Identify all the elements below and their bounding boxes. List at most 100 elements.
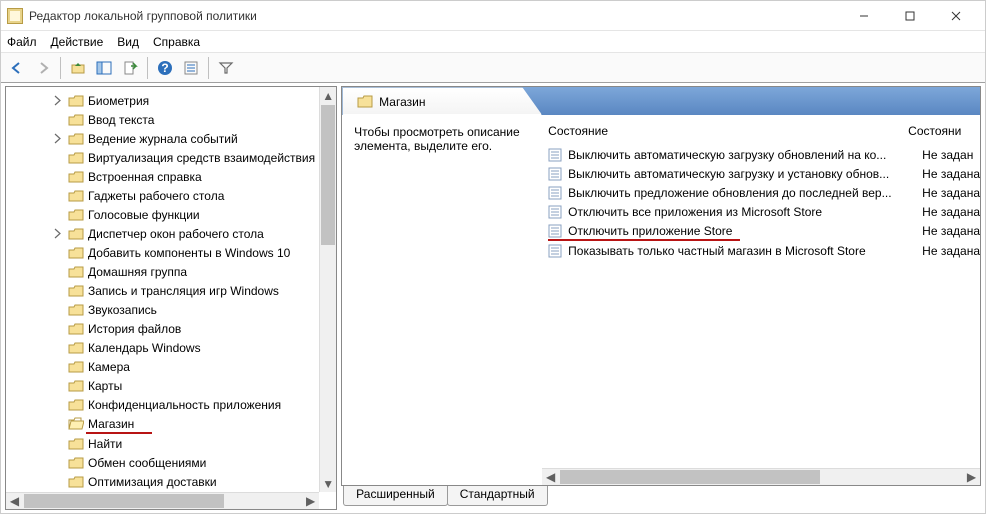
filter-button[interactable] <box>214 56 238 80</box>
tree-item[interactable]: Магазин <box>6 414 319 433</box>
scroll-right-icon[interactable]: ▶ <box>963 469 980 485</box>
tree-item[interactable]: Добавить компоненты в Windows 10 <box>6 243 319 262</box>
folder-icon <box>68 227 84 241</box>
tab-standard[interactable]: Стандартный <box>447 486 548 506</box>
bottom-tabs: Расширенный Стандартный <box>341 486 981 510</box>
tree-item[interactable]: Встроенная справка <box>6 167 319 186</box>
tree-expander[interactable] <box>52 228 63 239</box>
scroll-thumb[interactable] <box>560 470 820 484</box>
expand-icon[interactable] <box>52 133 63 144</box>
tree-item[interactable]: Обмен сообщениями <box>6 453 319 472</box>
toolbar-separator <box>147 57 148 79</box>
folder-icon <box>68 475 84 489</box>
tree-item[interactable]: Найти <box>6 434 319 453</box>
folder-icon <box>68 246 84 260</box>
tree-item[interactable]: Ввод текста <box>6 110 319 129</box>
setting-label: Отключить приложение Store <box>568 224 902 238</box>
show-hide-tree-button[interactable] <box>92 56 116 80</box>
settings-list-column: Состояние Состояни Выключить автоматичес… <box>542 115 980 485</box>
tree-item[interactable]: История файлов <box>6 319 319 338</box>
tree-item-label: Найти <box>88 437 122 451</box>
folder-icon <box>68 456 84 470</box>
menu-file[interactable]: Файл <box>7 35 37 49</box>
setting-row[interactable]: Выключить автоматическую загрузку и уста… <box>542 164 980 183</box>
setting-row[interactable]: Выключить предложение обновления до посл… <box>542 183 980 202</box>
tree[interactable]: БиометрияВвод текстаВедение журнала собы… <box>6 87 319 492</box>
tree-vertical-scrollbar[interactable]: ▲ ▼ <box>319 87 336 492</box>
window-title: Редактор локальной групповой политики <box>29 9 841 23</box>
folder-icon <box>68 303 84 317</box>
close-button[interactable] <box>933 1 979 31</box>
tree-item[interactable]: Карты <box>6 376 319 395</box>
minimize-button[interactable] <box>841 1 887 31</box>
tree-item[interactable]: Диспетчер окон рабочего стола <box>6 224 319 243</box>
tree-item-label: Оптимизация доставки <box>88 475 217 489</box>
scroll-left-icon[interactable]: ◀ <box>6 493 23 509</box>
tree-expander[interactable] <box>52 95 63 106</box>
folder-icon <box>68 379 84 393</box>
maximize-button[interactable] <box>887 1 933 31</box>
forward-button[interactable] <box>31 56 55 80</box>
scroll-up-icon[interactable]: ▲ <box>320 87 336 104</box>
setting-label: Отключить все приложения из Microsoft St… <box>568 205 902 219</box>
setting-row[interactable]: Отключить все приложения из Microsoft St… <box>542 202 980 221</box>
tree-item[interactable]: Биометрия <box>6 91 319 110</box>
tree-item-label: Карты <box>88 379 122 393</box>
tree-item-label: Домашняя группа <box>88 265 187 279</box>
tree-item-label: Диспетчер окон рабочего стола <box>88 227 264 241</box>
tree-item-label: Голосовые функции <box>88 208 200 222</box>
setting-state: Не задана <box>922 224 980 238</box>
tree-item[interactable]: Домашняя группа <box>6 262 319 281</box>
folder-icon <box>68 322 84 336</box>
tree-item[interactable]: Ведение журнала событий <box>6 129 319 148</box>
menubar: Файл Действие Вид Справка <box>1 31 985 53</box>
tree-item[interactable]: Календарь Windows <box>6 338 319 357</box>
help-button[interactable]: ? <box>153 56 177 80</box>
tree-expander[interactable] <box>52 133 63 144</box>
settings-list[interactable]: Выключить автоматическую загрузку обновл… <box>542 141 980 260</box>
tree-horizontal-scrollbar[interactable]: ◀ ▶ <box>6 492 319 509</box>
detail-body: Чтобы просмотреть описание элемента, выд… <box>342 115 980 485</box>
policy-setting-icon <box>548 148 562 162</box>
menu-help[interactable]: Справка <box>153 35 200 49</box>
tree-item[interactable]: Виртуализация средств взаимодействия <box>6 148 319 167</box>
folder-icon <box>68 132 84 146</box>
scroll-thumb[interactable] <box>321 105 335 245</box>
setting-state: Не задана <box>922 167 980 181</box>
tree-item[interactable]: Гаджеты рабочего стола <box>6 186 319 205</box>
column-headers[interactable]: Состояние Состояни <box>542 121 980 141</box>
up-folder-button[interactable] <box>66 56 90 80</box>
menu-action[interactable]: Действие <box>51 35 104 49</box>
tree-item-label: Встроенная справка <box>88 170 202 184</box>
detail-horizontal-scrollbar[interactable]: ◀ ▶ <box>542 468 980 485</box>
tree-item[interactable]: Голосовые функции <box>6 205 319 224</box>
column-header-state[interactable]: Состояни <box>908 124 961 138</box>
back-button[interactable] <box>5 56 29 80</box>
tree-item[interactable]: Камера <box>6 357 319 376</box>
scroll-right-icon[interactable]: ▶ <box>302 493 319 509</box>
policy-setting-icon <box>548 205 562 219</box>
tree-item[interactable]: Запись и трансляция игр Windows <box>6 281 319 300</box>
setting-row[interactable]: Показывать только частный магазин в Micr… <box>542 241 980 260</box>
setting-row[interactable]: Выключить автоматическую загрузку обновл… <box>542 145 980 164</box>
tree-item[interactable]: Оптимизация доставки <box>6 472 319 491</box>
expand-icon[interactable] <box>52 228 63 239</box>
menu-view[interactable]: Вид <box>117 35 139 49</box>
tab-extended[interactable]: Расширенный <box>343 486 448 506</box>
tree-item-label: Звукозапись <box>88 303 157 317</box>
folder-icon <box>68 113 84 127</box>
setting-label: Показывать только частный магазин в Micr… <box>568 244 902 258</box>
tree-item[interactable]: Звукозапись <box>6 300 319 319</box>
scroll-down-icon[interactable]: ▼ <box>320 475 336 492</box>
export-button[interactable] <box>118 56 142 80</box>
tree-item-label: Добавить компоненты в Windows 10 <box>88 246 290 260</box>
tree-item[interactable]: Конфиденциальность приложения <box>6 395 319 414</box>
column-header-name[interactable]: Состояние <box>548 124 888 138</box>
setting-row[interactable]: Отключить приложение Store Не задана <box>542 221 980 240</box>
scroll-left-icon[interactable]: ◀ <box>542 469 559 485</box>
expand-icon[interactable] <box>52 95 63 106</box>
folder-icon <box>68 284 84 298</box>
properties-button[interactable] <box>179 56 203 80</box>
scroll-thumb[interactable] <box>24 494 224 508</box>
description-column: Чтобы просмотреть описание элемента, выд… <box>342 115 542 485</box>
